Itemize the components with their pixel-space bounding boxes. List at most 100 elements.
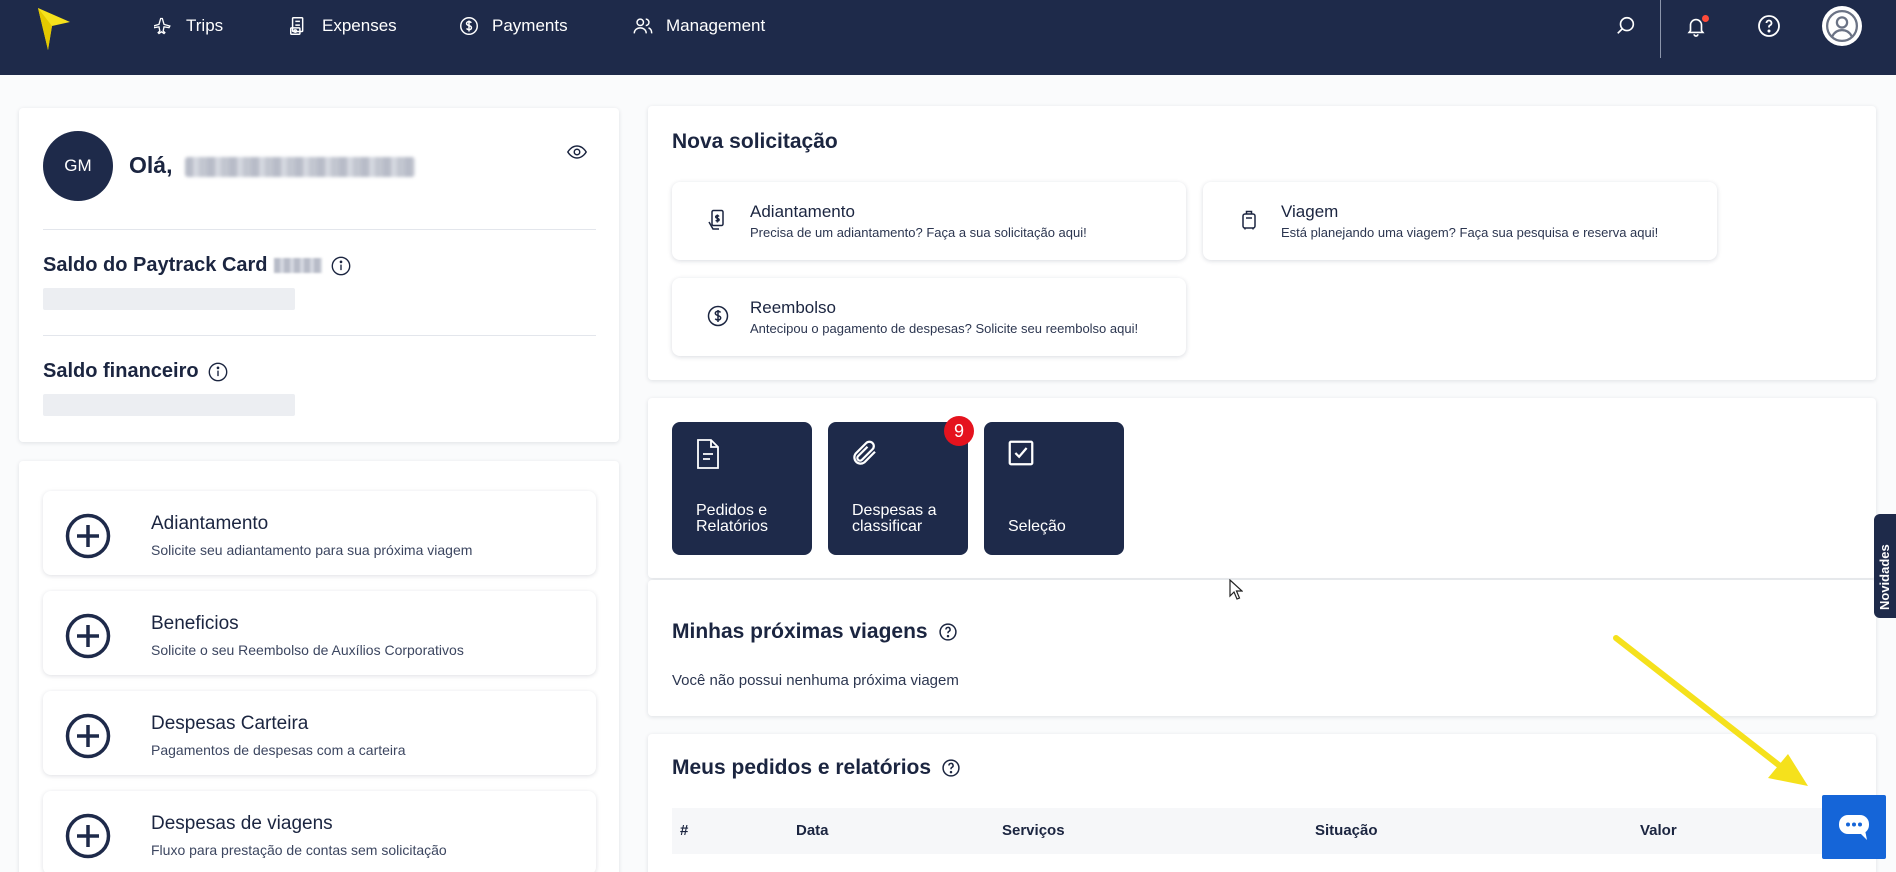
column-header-date[interactable]: Data [796, 822, 829, 839]
novidades-tab[interactable]: Novidades [1874, 514, 1896, 618]
nav-trips-label: Trips [186, 16, 224, 35]
help-icon [1758, 15, 1780, 37]
chat-button[interactable] [1822, 795, 1886, 859]
user-menu-avatar[interactable] [1822, 6, 1862, 46]
eye-icon[interactable] [566, 141, 588, 163]
action-title: Adiantamento [151, 513, 269, 534]
help-button[interactable] [1756, 0, 1782, 52]
tile-pedidos-relatorios[interactable]: Pedidos e Relatórios [672, 422, 812, 555]
hand-money-icon [708, 209, 724, 230]
plus-circle-icon [65, 713, 111, 759]
action-adiantamento[interactable]: Adiantamento Solicite seu adiantamento p… [43, 491, 596, 575]
search-icon [1617, 16, 1635, 34]
request-subtitle: Precisa de um adiantamento? Faça a sua s… [750, 225, 1087, 240]
info-icon[interactable] [207, 361, 229, 383]
nav-management-label: Management [666, 16, 766, 35]
nav-management[interactable]: Management [632, 0, 765, 52]
request-title: Viagem [1281, 202, 1339, 221]
divider [43, 335, 596, 336]
mouse-cursor-icon [1229, 579, 1243, 600]
plus-circle-icon [65, 813, 111, 859]
action-subtitle: Pagamentos de despesas com a carteira [151, 742, 406, 758]
nav-expenses-label: Expenses [322, 16, 397, 35]
users-icon [633, 18, 653, 34]
my-requests-heading: Meus pedidos e relatórios [672, 756, 961, 780]
action-subtitle: Solicite seu adiantamento para sua próxi… [151, 542, 473, 558]
column-header-services[interactable]: Serviços [1002, 822, 1065, 839]
notification-dot [1702, 15, 1709, 22]
upcoming-trips-heading: Minhas próximas viagens [672, 620, 958, 644]
request-title: Reembolso [750, 298, 836, 317]
section-title: Meus pedidos e relatórios [672, 756, 932, 779]
info-icon[interactable] [330, 255, 352, 277]
request-reembolso[interactable]: Reembolso Antecipou o pagamento de despe… [672, 278, 1186, 356]
financial-balance-label: Saldo financeiro [43, 360, 199, 382]
action-title: Despesas de viagens [151, 813, 333, 834]
checkbox-icon [1008, 440, 1034, 466]
request-viagem[interactable]: Viagem Está planejando uma viagem? Faça … [1203, 182, 1717, 260]
annotation-arrow [1613, 635, 1808, 786]
divider [43, 229, 596, 230]
notifications-button[interactable] [1684, 0, 1708, 52]
request-title: Adiantamento [750, 202, 855, 221]
financial-balance-skeleton [43, 394, 295, 416]
search-button[interactable] [1614, 0, 1638, 52]
card-balance-title: Saldo do Paytrack Card [43, 254, 352, 277]
blurred-user-name [184, 156, 415, 177]
request-subtitle: Antecipou o pagamento de despesas? Solic… [750, 321, 1139, 336]
luggage-icon [1242, 210, 1256, 230]
request-subtitle: Está planejando uma viagem? Faça sua pes… [1281, 225, 1659, 240]
nav-payments[interactable]: Payments [458, 0, 568, 52]
new-request-card: Nova solicitação Adiantamento Precisa de… [648, 106, 1876, 380]
tile-despesas-classificar[interactable]: Despesas a classificar [828, 422, 968, 555]
nav-divider [1660, 0, 1661, 58]
novidades-label: Novidades [1877, 544, 1892, 610]
nav-trips[interactable]: Trips [154, 0, 223, 52]
empty-trips-message: Você não possui nenhuma próxima viagem [672, 672, 959, 689]
action-despesas-viagens[interactable]: Despesas de viagens Fluxo para prestação… [43, 791, 596, 872]
column-header-number[interactable]: # [680, 822, 688, 839]
document-icon [697, 439, 719, 469]
section-title: Minhas próximas viagens [672, 620, 928, 643]
help-icon[interactable] [941, 758, 961, 778]
action-title: Beneficios [151, 613, 239, 634]
tile-label: Seleção [1008, 518, 1066, 535]
paytrack-logo[interactable] [36, 4, 72, 50]
profile-card: GM Olá, Saldo do Paytrack Card Saldo fin… [19, 108, 619, 442]
card-balance-skeleton [43, 288, 295, 310]
dollar-circle-icon [460, 17, 478, 35]
paperclip-icon [853, 440, 876, 465]
dollar-circle-icon [707, 305, 729, 327]
receipt-icon [290, 17, 304, 35]
tile-selecao[interactable]: Seleção [984, 422, 1124, 555]
section-title: Nova solicitação [672, 130, 838, 153]
plus-circle-icon [65, 513, 111, 559]
shortcut-tiles-card: Pedidos e Relatórios Despesas a classifi… [648, 398, 1876, 578]
notification-badge: 9 [944, 416, 974, 446]
table-header: # Data Serviços Situação Valor [672, 808, 1852, 854]
tile-label: Pedidos e Relatórios [696, 502, 769, 535]
greeting-text: Olá, [129, 152, 173, 178]
user-avatar-icon [1825, 9, 1859, 43]
column-header-status[interactable]: Situação [1315, 822, 1378, 839]
financial-balance-title: Saldo financeiro [43, 360, 229, 383]
nav-payments-label: Payments [492, 16, 568, 35]
column-header-value[interactable]: Valor [1640, 822, 1677, 839]
action-subtitle: Fluxo para prestação de contas sem solic… [151, 842, 447, 858]
help-icon[interactable] [938, 622, 958, 642]
card-balance-label: Saldo do Paytrack Card [43, 254, 268, 276]
user-initials-avatar: GM [43, 131, 113, 201]
action-despesas-carteira[interactable]: Despesas Carteira Pagamentos de despesas… [43, 691, 596, 775]
action-beneficios[interactable]: Beneficios Solicite o seu Reembolso de A… [43, 591, 596, 675]
top-navbar: Trips Expenses Payments Management [0, 0, 1896, 75]
chat-bubble-icon [1839, 815, 1869, 840]
nav-expenses[interactable]: Expenses [288, 0, 397, 52]
plus-circle-icon [65, 613, 111, 659]
tile-label: Despesas a classificar [852, 502, 937, 535]
quick-actions-card: Adiantamento Solicite seu adiantamento p… [19, 461, 619, 872]
action-subtitle: Solicite o seu Reembolso de Auxílios Cor… [151, 642, 464, 658]
plane-icon [154, 17, 171, 35]
action-title: Despesas Carteira [151, 713, 309, 734]
greeting: Olá, [129, 152, 415, 179]
request-adiantamento[interactable]: Adiantamento Precisa de um adiantamento?… [672, 182, 1186, 260]
